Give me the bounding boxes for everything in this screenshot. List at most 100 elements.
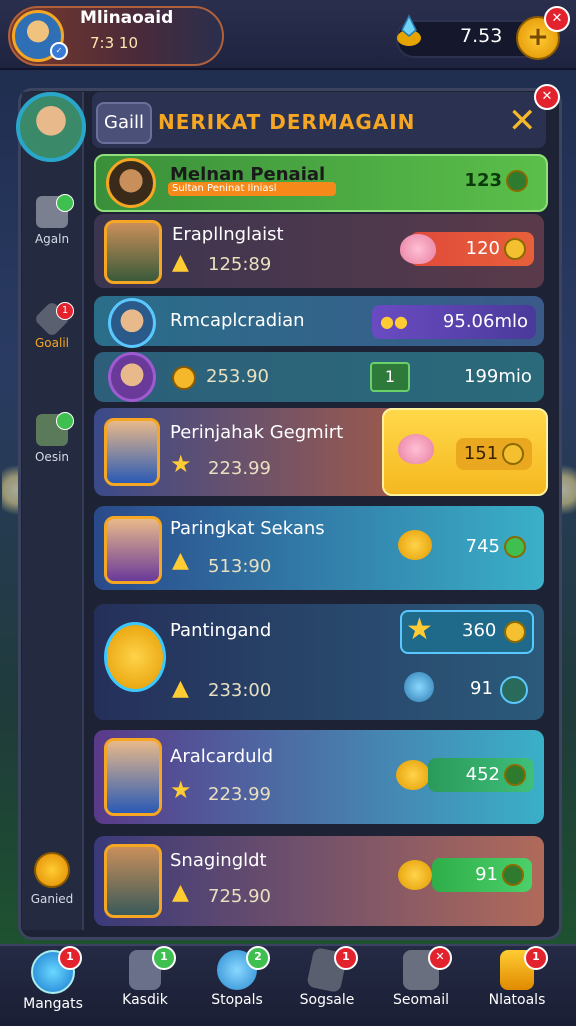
reward-value: 745: [430, 530, 534, 564]
coin-icon: [502, 443, 525, 465]
nav-item-nlatoals[interactable]: Nlatoals: [472, 950, 562, 1008]
coin-icon: [506, 170, 528, 192]
row-avatar: [104, 738, 162, 816]
close-icon[interactable]: ✕: [508, 104, 537, 138]
row-score: 513:90: [208, 556, 272, 577]
coin-icon: [502, 864, 524, 886]
nav-item-mangats[interactable]: Mangats: [8, 950, 98, 1012]
reward-text: 360: [462, 620, 497, 641]
reward-text: 199mio: [464, 366, 532, 387]
coins-icon: ●●: [380, 312, 408, 331]
sidebar-item-label: Ganied: [30, 892, 74, 906]
row-score: 125:89: [208, 254, 272, 275]
star-icon: ▲: [172, 676, 189, 701]
nav-badge: 2: [246, 946, 270, 970]
coin-icon: [504, 536, 526, 558]
close-badge-icon[interactable]: ✕: [544, 6, 570, 32]
row-score: 725.90: [208, 886, 271, 907]
row-avatar: [104, 516, 162, 584]
sidebar-badge: [56, 412, 74, 430]
trophy-icon: [104, 622, 166, 692]
close-badge-icon[interactable]: ✕: [534, 84, 560, 110]
reward-value: 91: [432, 858, 532, 892]
row-name: Erapllnglaist: [172, 224, 284, 245]
sidebar-item-label: Oesin: [34, 450, 70, 464]
piggy-bank-icon: [398, 434, 434, 464]
nav-badge: 1: [58, 946, 82, 970]
sidebar-item-label: Agaln: [34, 232, 70, 246]
row-avatar: [104, 844, 162, 918]
nav-badge: 1: [524, 946, 548, 970]
star-icon: ★: [170, 776, 192, 804]
piggy-bank-icon: [400, 234, 436, 264]
nav-label: Mangats: [23, 996, 83, 1012]
row-avatar: [108, 352, 156, 402]
avatar-badge-icon: ✓: [50, 42, 68, 60]
reward-value: 123: [460, 164, 536, 198]
reward-text: 91: [475, 864, 498, 885]
gem-icon: [404, 672, 434, 702]
nav-item-sogsale[interactable]: Sogsale: [282, 946, 372, 1008]
sidebar-avatar[interactable]: [16, 92, 86, 162]
row-name: Paringkat Sekans: [170, 518, 325, 539]
sidebar-item-ganied[interactable]: Ganied: [24, 852, 80, 906]
star-icon: ▲: [172, 880, 189, 905]
sidebar-badge: [56, 194, 74, 212]
nav-item-seomail[interactable]: Seomail: [376, 950, 466, 1008]
sidebar-badge: 1: [56, 302, 74, 320]
coin-icon: [172, 366, 196, 390]
reward-text: 120: [465, 238, 500, 259]
nav-label: Kasdik: [122, 992, 168, 1008]
nav-label: Seomail: [392, 992, 450, 1008]
coin-icon: [504, 238, 526, 260]
row-avatar: [104, 220, 162, 284]
star-icon: ★: [406, 612, 433, 647]
reward-text: 123: [464, 170, 502, 191]
row-avatar: [108, 298, 156, 348]
reward-value: 151: [456, 438, 532, 470]
row-name: Aralcarduld: [170, 746, 274, 767]
trophy-icon: [34, 852, 70, 888]
sidebar-item-label: Goalil: [35, 336, 69, 350]
row-avatar: [104, 418, 160, 486]
nav-label: Nlatoals: [488, 992, 546, 1008]
panel-title: NERIKAT DERMAGAIN: [158, 110, 416, 134]
nav-label: Sogsale: [299, 992, 355, 1008]
star-icon: ▲: [172, 250, 189, 275]
tab-gaill[interactable]: Gaill: [96, 102, 152, 144]
reward-badge: 1: [370, 362, 410, 392]
nav-badge: 1: [152, 946, 176, 970]
row-avatar: [106, 158, 156, 208]
reward-value: 452: [428, 758, 534, 792]
star-icon: ★: [170, 450, 192, 478]
row-name: Pantingand: [170, 620, 272, 641]
coin-icon: [504, 621, 526, 643]
coin-icon: [504, 764, 526, 786]
reward-text: 745: [465, 536, 500, 557]
gem-icon: [397, 14, 421, 46]
reward-text: 151: [463, 443, 499, 464]
row-score: 223.99: [208, 458, 271, 479]
coin-bag-icon: [396, 760, 430, 790]
coin-bag-icon: [398, 860, 432, 890]
nav-label: Stopals: [211, 992, 263, 1008]
nav-item-kasdik[interactable]: Kasdik: [100, 950, 190, 1008]
reward-text: 452: [465, 764, 500, 785]
reward-text: 91: [470, 678, 493, 699]
row-name: Perinjahak Gegmirt: [170, 422, 344, 443]
check-icon: [500, 676, 528, 704]
nav-badge: ✕: [428, 946, 452, 970]
currency-value: 7.53: [460, 25, 503, 47]
reward-text: 95.06mlo: [442, 311, 528, 332]
nav-badge: 1: [334, 946, 358, 970]
row-name: Snagingldt: [170, 850, 267, 871]
row-score: 233:00: [208, 680, 272, 701]
row-name: Rmcaplcradian: [170, 310, 305, 331]
row-subtitle-bar: Sultan Peninat Ilniasl: [168, 182, 336, 196]
row-score: 253.90: [206, 366, 269, 387]
player-name: Mlinaoaid: [80, 8, 174, 28]
player-time: 7:3 10: [90, 34, 138, 52]
row-score: 223.99: [208, 784, 271, 805]
top-bar: ✓ Mlinaoaid 7:3 10 7.53 + ✕: [0, 0, 576, 70]
star-icon: ▲: [172, 548, 189, 573]
